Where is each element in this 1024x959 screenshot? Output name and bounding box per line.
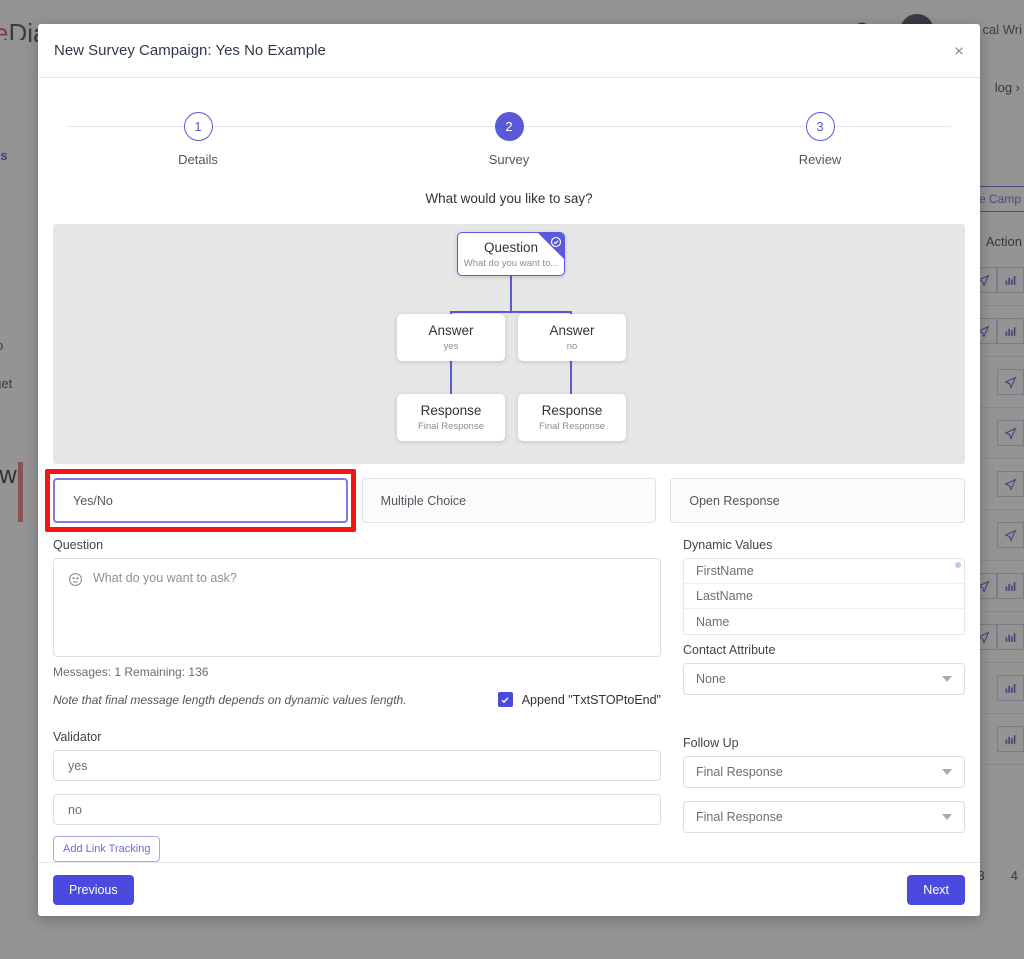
node-title: Question (483, 239, 539, 255)
diagram-node-response-yes[interactable]: Response Final Response (397, 394, 505, 441)
validator-label: Validator (53, 730, 102, 744)
question-label: Question (53, 538, 104, 552)
note-row: Note that final message length depends o… (53, 692, 661, 707)
modal-body: 1 Details 2 Survey 3 Review What would y… (38, 78, 980, 862)
node-subtitle: What do you want to... (463, 257, 559, 269)
diagram-node-response-no[interactable]: Response Final Response (518, 394, 626, 441)
step-number: 1 (183, 112, 213, 141)
smiley-icon[interactable] (68, 572, 83, 587)
chevron-down-icon (942, 676, 952, 682)
form-columns: Question What do you want to ask? Messag… (53, 538, 965, 862)
step-number: 3 (805, 112, 835, 141)
tab-open-response-wrapper: Open Response (670, 478, 966, 523)
modal-header: New Survey Campaign: Yes No Example × (38, 24, 980, 78)
add-link-tracking-button[interactable]: Add Link Tracking (53, 836, 161, 862)
step-details[interactable]: 1 Details (153, 104, 243, 167)
dynamic-value-name[interactable]: Name (684, 609, 964, 634)
close-icon[interactable]: × (954, 42, 964, 59)
step-label: Review (798, 152, 842, 167)
validator-input-no[interactable]: no (53, 794, 661, 825)
step-review[interactable]: 3 Review (775, 104, 865, 167)
node-title: Response (420, 403, 482, 418)
diagram-node-answer-yes[interactable]: Answer yes (397, 314, 505, 361)
check-circle-icon (550, 235, 562, 248)
prompt-text: What would you like to say? (425, 191, 593, 206)
chevron-down-icon (942, 814, 952, 820)
dynamic-values-label: Dynamic Values (683, 538, 773, 552)
tab-yes-no[interactable]: Yes/No (53, 478, 348, 523)
step-label: Details (178, 152, 218, 167)
append-stop-checkbox[interactable]: Append "TxtSTOPtoEnd" (497, 692, 661, 707)
question-input[interactable]: What do you want to ask? (53, 558, 661, 657)
follow-up-value: Final Response (696, 810, 783, 824)
chevron-down-icon (942, 769, 952, 775)
next-button[interactable]: Next (907, 874, 965, 905)
checkbox-checked-icon[interactable] (497, 692, 513, 707)
contact-attribute-value: None (696, 672, 726, 686)
dynamic-value-firstname[interactable]: FirstName (684, 559, 964, 584)
edge-answer-yes-to-response (450, 361, 452, 394)
step-survey[interactable]: 2 Survey (464, 104, 554, 167)
question-placeholder: What do you want to ask? (93, 571, 237, 585)
follow-up-select-no[interactable]: Final Response (683, 801, 965, 833)
length-note: Note that final message length depends o… (53, 692, 407, 707)
edge-answer-no-to-response (570, 361, 572, 394)
new-survey-campaign-modal: New Survey Campaign: Yes No Example × 1 … (38, 24, 980, 916)
survey-flow-diagram: Question What do you want to... Answer y… (53, 224, 965, 464)
node-title: Answer (428, 323, 474, 338)
follow-up-label: Follow Up (683, 736, 739, 750)
follow-up-select-yes[interactable]: Final Response (683, 756, 965, 788)
page-title: New Survey Campaign: Yes No Example (54, 42, 326, 59)
form-left-column: Question What do you want to ask? Messag… (53, 538, 661, 862)
node-subtitle: yes (443, 341, 459, 352)
message-counter: Messages: 1 Remaining: 136 (53, 665, 209, 679)
form-right-column: Dynamic Values FirstName LastName Name C… (683, 538, 965, 862)
edge-horizontal-split (450, 311, 572, 313)
follow-up-value: Final Response (696, 765, 783, 779)
contact-attribute-select[interactable]: None (683, 663, 965, 695)
tab-yes-no-wrapper: Yes/No (45, 469, 356, 532)
validator-input-yes[interactable]: yes (53, 750, 661, 781)
node-subtitle: Final Response (538, 421, 605, 432)
scrollbar-thumb[interactable] (955, 562, 961, 568)
modal-footer: Previous Next (38, 862, 980, 916)
edge-question-to-split (510, 276, 512, 312)
node-subtitle: Final Response (417, 421, 484, 432)
node-title: Answer (549, 323, 595, 338)
dynamic-value-lastname[interactable]: LastName (684, 584, 964, 609)
tab-multiple-choice-wrapper: Multiple Choice (361, 478, 657, 523)
diagram-node-question[interactable]: Question What do you want to... (457, 232, 565, 276)
step-number: 2 (494, 112, 524, 141)
tab-multiple-choice[interactable]: Multiple Choice (361, 478, 657, 523)
append-stop-label: Append "TxtSTOPtoEnd" (521, 692, 661, 707)
dynamic-values-list[interactable]: FirstName LastName Name (683, 558, 965, 635)
step-label: Survey (488, 152, 530, 167)
diagram-node-answer-no[interactable]: Answer no (518, 314, 626, 361)
contact-attribute-label: Contact Attribute (683, 643, 776, 657)
tab-open-response[interactable]: Open Response (670, 478, 966, 523)
node-title: Response (541, 403, 603, 418)
question-type-tabs: Yes/No Multiple Choice Open Response (45, 469, 966, 532)
node-subtitle: no (566, 341, 578, 352)
stepper: 1 Details 2 Survey 3 Review (53, 104, 965, 167)
previous-button[interactable]: Previous (53, 874, 134, 905)
